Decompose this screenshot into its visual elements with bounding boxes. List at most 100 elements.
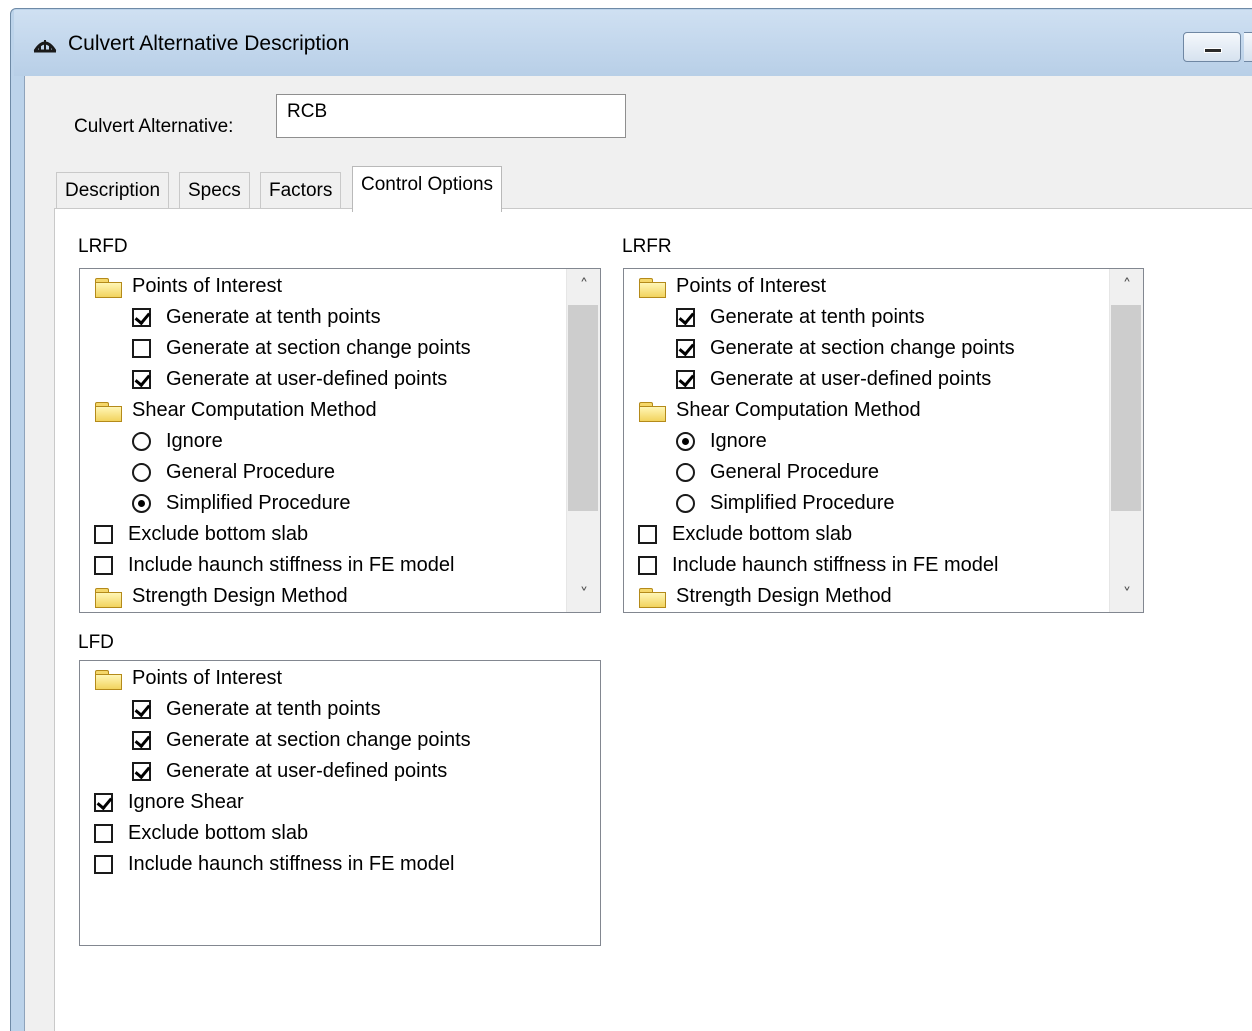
- tree-item[interactable]: Shear Computation Method: [94, 395, 377, 426]
- tree-item-label: Strength Design Method: [132, 585, 348, 607]
- tree-item-label: Shear Computation Method: [676, 399, 921, 421]
- tree-item[interactable]: Generate at user-defined points: [132, 756, 447, 787]
- tree-item[interactable]: Generate at tenth points: [132, 694, 381, 725]
- culvert-alternative-label: Culvert Alternative:: [74, 116, 234, 137]
- checkbox-icon[interactable]: [94, 855, 113, 874]
- tree-item[interactable]: Generate at user-defined points: [132, 364, 447, 395]
- tree-item-label: Shear Computation Method: [132, 399, 377, 421]
- tree-item[interactable]: Ignore Shear: [94, 787, 244, 818]
- checkbox-checked-icon[interactable]: [676, 308, 695, 327]
- tree-item-label: Points of Interest: [132, 275, 283, 297]
- tree-item[interactable]: Generate at section change points: [132, 333, 471, 364]
- tab-specs[interactable]: Specs: [179, 172, 250, 210]
- tree-item-label: Simplified Procedure: [166, 492, 351, 514]
- tree-item[interactable]: Points of Interest: [94, 663, 282, 694]
- folder-icon: [94, 401, 122, 422]
- tree-item[interactable]: Include haunch stiffness in FE model: [94, 550, 454, 581]
- checkbox-checked-icon[interactable]: [676, 339, 695, 358]
- tab-factors[interactable]: Factors: [260, 172, 342, 210]
- checkbox-checked-icon[interactable]: [132, 308, 151, 327]
- folder-icon: [94, 277, 122, 298]
- radio-icon[interactable]: [676, 494, 695, 513]
- tree-item-label: Include haunch stiffness in FE model: [128, 554, 455, 576]
- tree-item-label: General Procedure: [166, 461, 335, 483]
- tree-item-label: Generate at section change points: [710, 337, 1015, 359]
- scroll-up-icon[interactable]: ˄: [567, 269, 600, 303]
- tree-item[interactable]: Simplified Procedure: [676, 488, 895, 519]
- lrfd-group-label: LRFD: [78, 236, 128, 257]
- tree-item[interactable]: Generate at section change points: [676, 333, 1015, 364]
- tree-item[interactable]: Include haunch stiffness in FE model: [94, 849, 454, 880]
- minimize-button[interactable]: [1183, 32, 1241, 62]
- lfd-options-tree[interactable]: Include haunch stiffness in FE model Excl…: [79, 660, 601, 946]
- checkbox-checked-icon[interactable]: [132, 731, 151, 750]
- scroll-thumb[interactable]: [1111, 305, 1141, 511]
- tree-item[interactable]: Exclude bottom slab: [638, 519, 852, 550]
- tree-item[interactable]: Simplified Procedure: [132, 488, 351, 519]
- maximize-button[interactable]: [1244, 32, 1252, 62]
- checkbox-icon[interactable]: [638, 556, 657, 575]
- checkbox-checked-icon[interactable]: [132, 370, 151, 389]
- tree-item[interactable]: Generate at tenth points: [132, 302, 381, 333]
- tree-item-label: Generate at user-defined points: [166, 368, 448, 390]
- checkbox-checked-icon[interactable]: [94, 793, 113, 812]
- tree-item-label: General Procedure: [710, 461, 879, 483]
- checkbox-icon[interactable]: [94, 525, 113, 544]
- tree-item-label: Strength Design Method: [676, 585, 892, 607]
- scroll-down-icon[interactable]: ˅: [567, 578, 600, 612]
- radio-icon[interactable]: [132, 463, 151, 482]
- tree-item-label: Generate at section change points: [166, 729, 471, 751]
- tree-item[interactable]: General Procedure: [132, 457, 335, 488]
- tree-item-label: Generate at user-defined points: [710, 368, 992, 390]
- tab-description[interactable]: Description: [56, 172, 170, 210]
- tree-item[interactable]: Ignore: [676, 426, 767, 457]
- tree-item[interactable]: Strength Design Method: [94, 581, 348, 612]
- tree-item[interactable]: Generate at user-defined points: [676, 364, 991, 395]
- tree-item-label: Include haunch stiffness in FE model: [672, 554, 999, 576]
- tree-item[interactable]: Ignore: [132, 426, 223, 457]
- tree-item[interactable]: Include haunch stiffness in FE model: [638, 550, 998, 581]
- tree-item[interactable]: Shear Computation Method: [638, 395, 921, 426]
- tree-item[interactable]: Points of Interest: [94, 271, 282, 302]
- lrfd-options-tree[interactable]: Strength Design Method Include haunch sti…: [79, 268, 601, 613]
- checkbox-icon[interactable]: [94, 556, 113, 575]
- folder-icon: [94, 587, 122, 608]
- checkbox-icon[interactable]: [132, 339, 151, 358]
- checkbox-icon[interactable]: [94, 824, 113, 843]
- tree-item-label: Generate at section change points: [166, 337, 471, 359]
- tree-item-label: Generate at tenth points: [166, 698, 381, 720]
- checkbox-checked-icon[interactable]: [676, 370, 695, 389]
- lrfr-scrollbar[interactable]: ˄ ˅: [1109, 269, 1143, 612]
- folder-icon: [94, 669, 122, 690]
- tree-item[interactable]: Generate at section change points: [132, 725, 471, 756]
- checkbox-checked-icon[interactable]: [132, 762, 151, 781]
- radio-icon[interactable]: [676, 463, 695, 482]
- checkbox-icon[interactable]: [638, 525, 657, 544]
- tree-item-label: Generate at tenth points: [166, 306, 381, 328]
- tab-control-options[interactable]: Control Options: [352, 166, 503, 212]
- tree-item[interactable]: General Procedure: [676, 457, 879, 488]
- lfd-group-label: LFD: [78, 632, 114, 653]
- bridge-app-icon: [33, 40, 57, 53]
- tree-item[interactable]: Exclude bottom slab: [94, 519, 308, 550]
- radio-selected-icon[interactable]: [676, 432, 695, 451]
- radio-selected-icon[interactable]: [132, 494, 151, 513]
- scroll-thumb[interactable]: [568, 305, 598, 511]
- lrfr-options-tree[interactable]: Strength Design Method Include haunch sti…: [623, 268, 1144, 613]
- lrfd-scrollbar[interactable]: ˄ ˅: [566, 269, 600, 612]
- scroll-down-icon[interactable]: ˅: [1110, 578, 1143, 612]
- checkbox-checked-icon[interactable]: [132, 700, 151, 719]
- scroll-up-icon[interactable]: ˄: [1110, 269, 1143, 303]
- radio-icon[interactable]: [132, 432, 151, 451]
- tree-item[interactable]: Exclude bottom slab: [94, 818, 308, 849]
- tree-item-label: Generate at tenth points: [710, 306, 925, 328]
- tree-item[interactable]: Generate at tenth points: [676, 302, 925, 333]
- lrfr-group-label: LRFR: [622, 236, 672, 257]
- tree-item[interactable]: Strength Design Method: [638, 581, 892, 612]
- culvert-alternative-input[interactable]: RCB: [276, 94, 626, 138]
- folder-icon: [638, 401, 666, 422]
- tree-item-label: Exclude bottom slab: [672, 523, 853, 545]
- tree-item-label: Exclude bottom slab: [128, 523, 309, 545]
- tree-item-label: Ignore: [166, 430, 223, 452]
- tree-item[interactable]: Points of Interest: [638, 271, 826, 302]
